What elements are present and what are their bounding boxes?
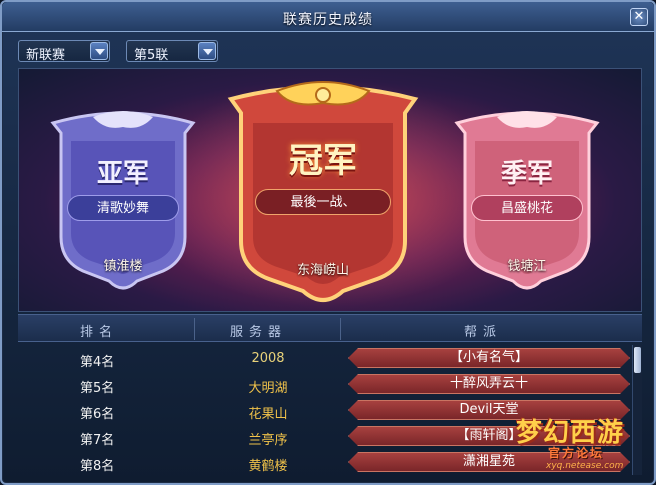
row-rank: 第6名: [80, 407, 115, 422]
row-server: 大明湖: [248, 381, 288, 396]
league-dropdown-value: 新联赛: [26, 48, 66, 63]
close-button[interactable]: ✕: [630, 8, 648, 26]
league-dropdown[interactable]: 新联赛: [18, 40, 110, 63]
first-place-server: 东海崂山: [296, 263, 349, 278]
first-place-title: 冠军: [289, 141, 357, 181]
table-row[interactable]: 第4名 2008 【小有名气】: [18, 346, 632, 370]
ranking-table-header: 排名 服务器 帮派: [18, 314, 642, 342]
row-server: 兰亭序: [248, 433, 288, 448]
row-rank: 第8名: [80, 459, 115, 474]
third-place-server: 钱塘江: [507, 259, 547, 274]
header-divider: [194, 318, 195, 340]
header-rank: 排名: [80, 325, 119, 340]
table-row[interactable]: 第5名 大明湖 十醉风弄云十: [18, 372, 632, 396]
row-server: 黄鹤楼: [248, 459, 288, 474]
second-place-server: 镇淮楼: [103, 259, 143, 274]
window-title: 联赛历史成绩: [283, 12, 373, 28]
row-rank: 第4名: [80, 355, 115, 370]
row-server: 2008: [251, 351, 285, 366]
row-guild: 【小有名气】: [348, 348, 630, 368]
header-server: 服务器: [230, 325, 288, 340]
second-place-team: 清歌妙舞: [67, 195, 179, 221]
row-rank: 第7名: [80, 433, 115, 448]
close-icon: ✕: [633, 9, 645, 24]
league-history-window: 联赛历史成绩 ✕ 新联赛 第5联 亚军 清歌妙舞 镇淮楼 冠军 最後一战、 东海…: [0, 0, 656, 485]
title-bar[interactable]: 联赛历史成绩 ✕: [2, 2, 654, 32]
watermark-subtitle: 官方论坛: [548, 446, 605, 460]
third-place-team: 昌盛桃花: [471, 195, 583, 221]
third-place-banner: 季军 昌盛桃花 钱塘江: [449, 109, 605, 299]
podium-stage: 亚军 清歌妙舞 镇淮楼 冠军 最後一战、 东海崂山 季军 昌盛桃花 钱塘江: [18, 68, 642, 312]
season-dropdown[interactable]: 第5联: [126, 40, 218, 63]
row-server: 花果山: [248, 407, 288, 422]
forum-watermark-logo: 梦幻西游 官方论坛 xyq.netease.com: [512, 410, 638, 476]
chevron-down-icon[interactable]: [198, 42, 216, 60]
first-place-banner: 冠军 最後一战、 东海崂山: [225, 79, 421, 309]
third-place-title: 季军: [500, 159, 553, 189]
row-guild: 十醉风弄云十: [348, 374, 630, 394]
season-dropdown-value: 第5联: [134, 48, 169, 63]
chevron-down-icon[interactable]: [90, 42, 108, 60]
row-rank: 第5名: [80, 381, 115, 396]
first-place-team: 最後一战、: [255, 189, 391, 215]
header-guild: 帮派: [464, 325, 503, 340]
header-divider: [340, 318, 341, 340]
scroll-thumb[interactable]: [634, 347, 641, 373]
second-place-title: 亚军: [96, 159, 149, 189]
second-place-banner: 亚军 清歌妙舞 镇淮楼: [45, 109, 201, 299]
watermark-url: xyq.netease.com: [546, 461, 624, 471]
